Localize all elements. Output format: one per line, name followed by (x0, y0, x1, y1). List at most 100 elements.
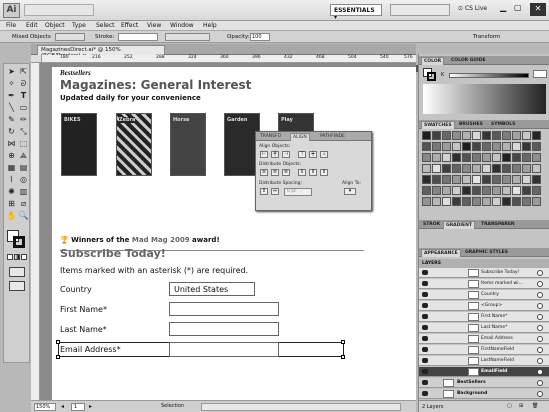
new-sublayer-icon[interactable]: ⊞ (519, 403, 523, 409)
menu-window[interactable]: Window (170, 22, 194, 29)
current-tool-status[interactable]: Selection (161, 403, 184, 409)
distribute-hcenter-icon[interactable]: ⦀ (309, 169, 317, 176)
color-swatch[interactable] (482, 164, 491, 173)
color-swatch[interactable] (492, 164, 501, 173)
next-artboard-icon[interactable]: ▸ (89, 403, 92, 410)
artboard[interactable]: Bestsellers Magazines: General Interest … (52, 67, 416, 400)
layer-row[interactable]: First Name* (419, 312, 549, 322)
stroke-swatch[interactable] (13, 236, 25, 248)
color-swatch[interactable] (492, 131, 501, 140)
menu-help[interactable]: Help (203, 22, 217, 29)
color-swatch[interactable] (522, 175, 531, 184)
visibility-eye-icon[interactable] (422, 391, 428, 396)
visibility-eye-icon[interactable] (422, 303, 428, 308)
target-circle-icon[interactable] (537, 380, 543, 386)
color-spectrum[interactable] (423, 84, 546, 114)
color-swatch[interactable] (502, 175, 511, 184)
color-swatch[interactable] (532, 142, 541, 151)
color-swatch[interactable] (512, 175, 521, 184)
distribute-right-icon[interactable]: ⦀ (320, 169, 328, 176)
align-to-dropdown[interactable]: ▾ (344, 188, 356, 195)
visibility-eye-icon[interactable] (422, 325, 428, 330)
visibility-eye-icon[interactable] (422, 358, 428, 363)
mesh-tool-icon[interactable]: ▦ (6, 162, 17, 173)
cs-live-button[interactable]: ⊙ CS Live (458, 5, 487, 12)
pencil-tool-icon[interactable]: ✏ (18, 114, 29, 125)
target-circle-icon[interactable] (537, 391, 543, 397)
visibility-eye-icon[interactable] (422, 336, 428, 341)
layer-row[interactable]: FirstNameField (419, 345, 549, 355)
visibility-eye-icon[interactable] (422, 281, 428, 286)
color-stroke-swatch[interactable] (427, 72, 436, 81)
color-swatch[interactable] (422, 142, 431, 151)
maximize-icon[interactable]: ▢ (514, 3, 522, 12)
color-swatch[interactable] (522, 131, 531, 140)
scale-tool-icon[interactable]: ⤡ (18, 126, 29, 137)
distribute-top-icon[interactable]: ≡ (260, 169, 268, 176)
color-swatch[interactable] (532, 175, 541, 184)
app-bar-controls[interactable] (24, 4, 94, 16)
layer-row[interactable]: Subscribe Today! (419, 268, 549, 278)
artboard-number-field[interactable]: 1 (71, 403, 85, 411)
type-tool-icon[interactable]: T (18, 90, 29, 101)
color-swatch[interactable] (442, 175, 451, 184)
ruler-origin[interactable] (31, 55, 42, 63)
color-swatch[interactable] (522, 153, 531, 162)
menu-type[interactable]: Type (72, 22, 86, 29)
visibility-eye-icon[interactable] (422, 270, 428, 275)
color-swatch[interactable] (492, 175, 501, 184)
color-swatch[interactable] (452, 164, 461, 173)
tab-symbols[interactable]: SYMBOLS (489, 121, 517, 129)
first-name-field[interactable] (169, 302, 279, 316)
color-swatch[interactable] (512, 186, 521, 195)
visibility-eye-icon[interactable] (422, 380, 428, 385)
visibility-eye-icon[interactable] (422, 314, 428, 319)
selection-handle[interactable] (341, 340, 345, 344)
color-swatch[interactable] (432, 197, 441, 206)
target-circle-icon[interactable] (537, 270, 543, 276)
layer-row[interactable]: EmailField (419, 367, 549, 377)
menu-view[interactable]: View (147, 22, 161, 29)
minimize-icon[interactable]: ▁ (500, 3, 506, 12)
color-swatch[interactable] (422, 164, 431, 173)
free-transform-tool-icon[interactable]: ⬚ (18, 138, 29, 149)
color-swatch[interactable] (512, 131, 521, 140)
color-swatch[interactable] (462, 153, 471, 162)
align-bottom-icon[interactable]: ⊥ (320, 151, 328, 158)
color-swatch[interactable] (482, 131, 491, 140)
eyedropper-tool-icon[interactable]: ⌇ (6, 174, 17, 185)
magazine-cover[interactable]: Zebra (116, 113, 152, 176)
visibility-eye-icon[interactable] (422, 369, 428, 374)
distribute-vcenter-icon[interactable]: ≡ (271, 169, 279, 176)
color-swatch[interactable] (502, 142, 511, 151)
paintbrush-tool-icon[interactable]: ✎ (6, 114, 17, 125)
vertical-ruler[interactable] (31, 63, 40, 400)
color-swatch[interactable] (532, 131, 541, 140)
magazine-cover[interactable]: BIKES (61, 113, 97, 176)
zoom-field[interactable]: 150% (34, 403, 56, 411)
align-vcenter-icon[interactable]: ┿ (309, 151, 317, 158)
stroke-weight-field[interactable] (118, 33, 158, 41)
magic-wand-tool-icon[interactable]: ✧ (6, 78, 17, 89)
perspective-grid-tool-icon[interactable]: ⟁ (18, 150, 29, 161)
tab-stroke[interactable]: STROK (421, 221, 442, 229)
k-slider[interactable] (449, 73, 529, 78)
document-tab[interactable]: MagazinesDirect.ai* @ 150% (RGB/Preview)… (37, 45, 165, 59)
tab-appearance[interactable]: APPEARANCE (421, 249, 461, 257)
tab-pathfinder[interactable]: PATHFINDE (318, 133, 347, 141)
color-swatch[interactable] (452, 153, 461, 162)
color-swatch[interactable] (522, 142, 531, 151)
color-swatch[interactable] (502, 131, 511, 140)
color-swatch[interactable] (532, 186, 541, 195)
color-swatch[interactable] (462, 186, 471, 195)
selection-tool-icon[interactable]: ➤ (6, 66, 17, 77)
color-swatch[interactable] (432, 175, 441, 184)
color-swatch[interactable] (472, 142, 481, 151)
close-window-icon[interactable]: ✕ (530, 3, 546, 16)
tab-align[interactable]: ALIGN (290, 133, 310, 141)
color-swatch[interactable] (532, 153, 541, 162)
draw-mode-button[interactable] (9, 267, 25, 277)
align-left-icon[interactable]: ⊢ (260, 151, 268, 158)
menu-select[interactable]: Select (96, 22, 115, 29)
horizontal-spacing-icon[interactable]: ⇔ (271, 188, 279, 195)
